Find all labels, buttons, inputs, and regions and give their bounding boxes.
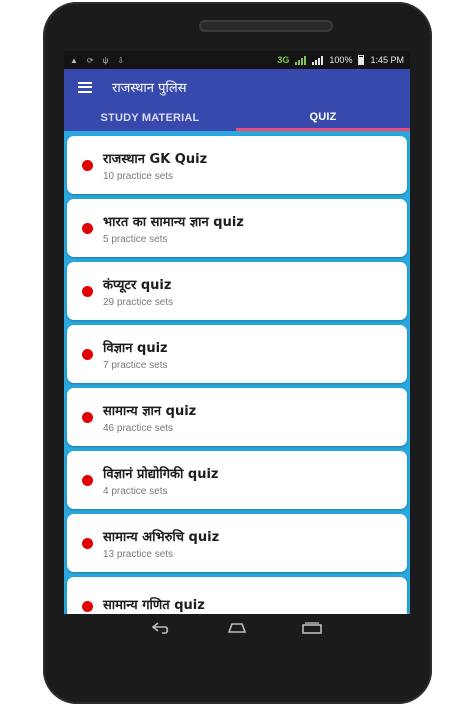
quiz-subtitle: 10 practice sets xyxy=(103,170,174,182)
home-icon[interactable] xyxy=(222,616,252,640)
download-icon: ⇩ xyxy=(117,55,125,65)
quiz-subtitle: 7 practice sets xyxy=(103,359,168,371)
bullet-icon xyxy=(82,411,93,423)
usb-icon: ψ xyxy=(102,55,109,65)
notification-icon: ▲ xyxy=(70,55,78,65)
quiz-title: भारत का सामान्य ज्ञान quiz xyxy=(103,214,244,230)
quiz-title: कंप्यूटर quiz xyxy=(103,277,172,293)
quiz-title: सामान्य गणित quiz xyxy=(103,598,205,613)
quiz-title: सामान्य ज्ञान quiz xyxy=(103,403,197,419)
signal-icon xyxy=(295,55,307,65)
quiz-subtitle: 13 practice sets xyxy=(103,548,174,560)
tab-bar: STUDY MATERIAL QUIZ xyxy=(64,105,410,131)
quiz-item[interactable]: कंप्यूटर quiz 29 practice sets xyxy=(67,262,407,320)
recent-apps-icon[interactable] xyxy=(297,616,327,640)
clock-time: 1:45 xyxy=(370,55,388,65)
quiz-title: सामान्य अभिरुचि quiz xyxy=(103,529,220,545)
speaker-grille xyxy=(199,20,333,32)
tab-quiz[interactable]: QUIZ xyxy=(236,105,410,131)
clock-suffix: PM xyxy=(390,55,405,65)
bullet-icon xyxy=(82,159,93,171)
status-bar: ▲ ⟳ ψ ⇩ 3G 100% 1:45 PM xyxy=(64,51,410,69)
quiz-subtitle: 5 practice sets xyxy=(103,233,168,245)
quiz-item[interactable]: राजस्थान GK Quiz 10 practice sets xyxy=(67,136,407,194)
sync-icon: ⟳ xyxy=(86,55,94,65)
battery-percent: 100% xyxy=(329,55,353,65)
back-icon[interactable] xyxy=(147,616,177,640)
battery-icon xyxy=(358,55,365,65)
bullet-icon xyxy=(82,348,93,360)
bullet-icon xyxy=(82,474,93,486)
wifi-icon xyxy=(312,55,324,65)
quiz-item[interactable]: सामान्य ज्ञान quiz 46 practice sets xyxy=(67,388,407,446)
clock: 1:45 PM xyxy=(370,55,404,65)
quiz-list: राजस्थान GK Quiz 10 practice sets भारत क… xyxy=(64,131,410,614)
quiz-title: राजस्थान GK Quiz xyxy=(103,151,208,167)
quiz-item[interactable]: भारत का सामान्य ज्ञान quiz 5 practice se… xyxy=(67,199,407,257)
tab-study-material[interactable]: STUDY MATERIAL xyxy=(64,105,236,131)
hamburger-menu-icon[interactable] xyxy=(78,81,92,93)
quiz-title: विज्ञानं प्रोद्योगिकी quiz xyxy=(103,466,219,482)
app-screen: ▲ ⟳ ψ ⇩ 3G 100% 1:45 PM राजस्थान पुलिस S… xyxy=(64,51,410,614)
quiz-subtitle: 4 practice sets xyxy=(103,485,168,497)
bullet-icon xyxy=(82,222,93,234)
app-title: राजस्थान पुलिस xyxy=(112,81,187,96)
quiz-item[interactable]: विज्ञानं प्रोद्योगिकी quiz 4 practice se… xyxy=(67,451,407,509)
quiz-item[interactable]: सामान्य अभिरुचि quiz 13 practice sets xyxy=(67,514,407,572)
quiz-subtitle: 46 practice sets xyxy=(103,422,174,434)
quiz-item[interactable]: सामान्य गणित quiz xyxy=(67,577,407,614)
quiz-subtitle: 29 practice sets xyxy=(103,296,174,308)
system-nav-bar xyxy=(64,614,410,642)
bullet-icon xyxy=(82,285,93,297)
bullet-icon xyxy=(82,537,93,549)
quiz-item[interactable]: विज्ञान quiz 7 practice sets xyxy=(67,325,407,383)
quiz-title: विज्ञान quiz xyxy=(103,340,168,356)
network-type: 3G xyxy=(277,55,290,65)
bullet-icon xyxy=(82,600,93,612)
app-toolbar: राजस्थान पुलिस xyxy=(64,69,410,105)
